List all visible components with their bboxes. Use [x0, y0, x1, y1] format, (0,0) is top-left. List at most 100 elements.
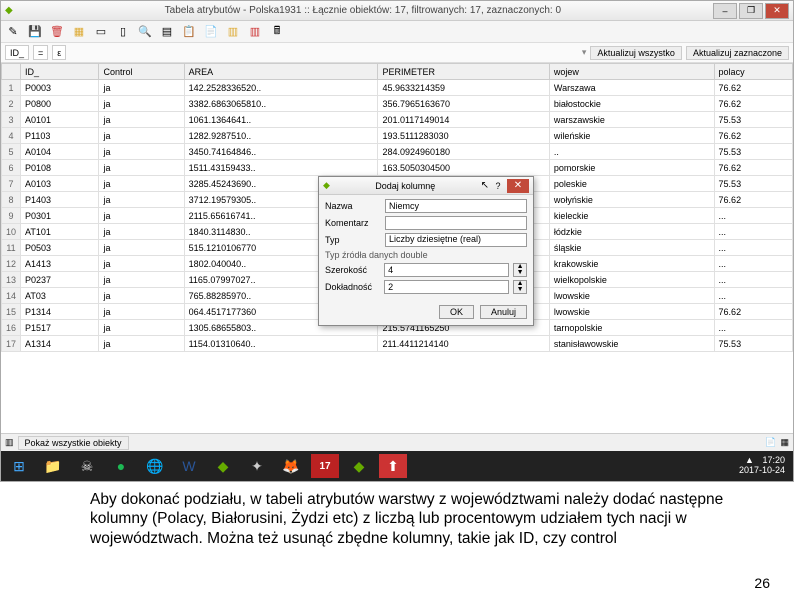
- table-cell[interactable]: 356.7965163670: [378, 96, 549, 112]
- table-cell[interactable]: 3382.6863065810..: [184, 96, 378, 112]
- table-cell[interactable]: 76.62: [714, 304, 792, 320]
- table-cell[interactable]: 163.5050304500: [378, 160, 549, 176]
- table-cell[interactable]: ja: [99, 224, 184, 240]
- table-cell[interactable]: P0301: [21, 208, 99, 224]
- table-cell[interactable]: P0503: [21, 240, 99, 256]
- table-cell[interactable]: ja: [99, 128, 184, 144]
- type-select[interactable]: Liczby dziesiętne (real): [385, 233, 527, 247]
- table-cell[interactable]: ja: [99, 208, 184, 224]
- copy-icon[interactable]: 📋: [181, 24, 197, 40]
- table-cell[interactable]: Warszawa: [549, 80, 714, 96]
- width-field[interactable]: [384, 263, 509, 277]
- ok-button[interactable]: OK: [439, 305, 474, 319]
- epsilon-button[interactable]: ε: [52, 45, 66, 60]
- filter-icon[interactable]: ▤: [159, 24, 175, 40]
- table-cell[interactable]: P1517: [21, 320, 99, 336]
- table-view-icon[interactable]: ▦: [780, 437, 789, 448]
- precision-spinner[interactable]: ▲▼: [513, 280, 527, 294]
- table-cell[interactable]: ja: [99, 272, 184, 288]
- table-cell[interactable]: ja: [99, 336, 184, 352]
- table-cell[interactable]: 3450.74164846..: [184, 144, 378, 160]
- table-cell[interactable]: 9: [2, 208, 21, 224]
- table-cell[interactable]: 75.53: [714, 336, 792, 352]
- table-cell[interactable]: ja: [99, 112, 184, 128]
- table-cell[interactable]: A1314: [21, 336, 99, 352]
- spotify-icon[interactable]: ●: [107, 454, 135, 478]
- paste-icon[interactable]: 📄: [203, 24, 219, 40]
- add-column-icon[interactable]: ▥: [225, 24, 241, 40]
- table-cell[interactable]: ...: [714, 224, 792, 240]
- table-row[interactable]: 17A1314ja1154.01310640..211.4411214140st…: [2, 336, 793, 352]
- qgis-taskbar-icon[interactable]: ◆: [209, 454, 237, 478]
- cancel-button[interactable]: Anuluj: [480, 305, 527, 319]
- column-header[interactable]: [2, 64, 21, 80]
- operator-select[interactable]: =: [33, 45, 48, 60]
- table-cell[interactable]: ja: [99, 288, 184, 304]
- save-icon[interactable]: 💾: [27, 24, 43, 40]
- field-select[interactable]: ID_: [5, 45, 29, 60]
- table-cell[interactable]: 75.53: [714, 176, 792, 192]
- table-cell[interactable]: 6: [2, 160, 21, 176]
- table-cell[interactable]: 17: [2, 336, 21, 352]
- skull-icon[interactable]: ☠: [73, 454, 101, 478]
- table-cell[interactable]: 76.62: [714, 192, 792, 208]
- width-spinner[interactable]: ▲▼: [513, 263, 527, 277]
- column-header[interactable]: polacy: [714, 64, 792, 80]
- table-cell[interactable]: ...: [714, 288, 792, 304]
- table-cell[interactable]: 11: [2, 240, 21, 256]
- table-cell[interactable]: ...: [714, 256, 792, 272]
- explorer-icon[interactable]: 📁: [39, 454, 67, 478]
- table-cell[interactable]: AT03: [21, 288, 99, 304]
- table-cell[interactable]: P0237: [21, 272, 99, 288]
- table-cell[interactable]: ja: [99, 80, 184, 96]
- table-row[interactable]: 1P0003ja142.2528336520..45.9633214359War…: [2, 80, 793, 96]
- start-button[interactable]: ⊞: [5, 454, 33, 478]
- table-cell[interactable]: P1314: [21, 304, 99, 320]
- table-cell[interactable]: 3: [2, 112, 21, 128]
- table-cell[interactable]: 1154.01310640..: [184, 336, 378, 352]
- column-header[interactable]: wojew: [549, 64, 714, 80]
- table-cell[interactable]: 1511.43159433..: [184, 160, 378, 176]
- table-cell[interactable]: 8: [2, 192, 21, 208]
- table-cell[interactable]: 4: [2, 128, 21, 144]
- column-header[interactable]: AREA: [184, 64, 378, 80]
- table-cell[interactable]: 10: [2, 224, 21, 240]
- table-cell[interactable]: lwowskie: [549, 304, 714, 320]
- table-cell[interactable]: ja: [99, 144, 184, 160]
- form-view-icon[interactable]: 📄: [765, 437, 776, 448]
- table-cell[interactable]: ja: [99, 320, 184, 336]
- column-header[interactable]: Control: [99, 64, 184, 80]
- table-cell[interactable]: P1103: [21, 128, 99, 144]
- table-cell[interactable]: 1061.1364641..: [184, 112, 378, 128]
- table-row[interactable]: 6P0108ja1511.43159433..163.5050304500pom…: [2, 160, 793, 176]
- app-red-icon[interactable]: ⬆: [379, 454, 407, 478]
- table-cell[interactable]: 201.0117149014: [378, 112, 549, 128]
- table-cell[interactable]: 5: [2, 144, 21, 160]
- table-cell[interactable]: warszawskie: [549, 112, 714, 128]
- table-cell[interactable]: ..: [549, 144, 714, 160]
- comment-field[interactable]: [385, 216, 527, 230]
- column-header[interactable]: ID_: [21, 64, 99, 80]
- table-cell[interactable]: 142.2528336520..: [184, 80, 378, 96]
- table-cell[interactable]: 12: [2, 256, 21, 272]
- table-cell[interactable]: 75.53: [714, 144, 792, 160]
- table-cell[interactable]: wileńskie: [549, 128, 714, 144]
- word-icon[interactable]: W: [175, 454, 203, 478]
- table-cell[interactable]: 1282.9287510..: [184, 128, 378, 144]
- help-button[interactable]: ?: [489, 181, 507, 191]
- table-cell[interactable]: A0103: [21, 176, 99, 192]
- table-cell[interactable]: ja: [99, 96, 184, 112]
- table-cell[interactable]: lwowskie: [549, 288, 714, 304]
- tray-arrow-icon[interactable]: ▲: [745, 455, 754, 465]
- table-cell[interactable]: wielkopolskie: [549, 272, 714, 288]
- table-cell[interactable]: 284.0924960180: [378, 144, 549, 160]
- table-cell[interactable]: P1403: [21, 192, 99, 208]
- table-cell[interactable]: ...: [714, 320, 792, 336]
- table-cell[interactable]: 1: [2, 80, 21, 96]
- table-cell[interactable]: P0003: [21, 80, 99, 96]
- table-cell[interactable]: 76.62: [714, 160, 792, 176]
- table-cell[interactable]: 76.62: [714, 96, 792, 112]
- table-cell[interactable]: 76.62: [714, 128, 792, 144]
- table-cell[interactable]: 75.53: [714, 112, 792, 128]
- zoom-selected-icon[interactable]: 🔍: [137, 24, 153, 40]
